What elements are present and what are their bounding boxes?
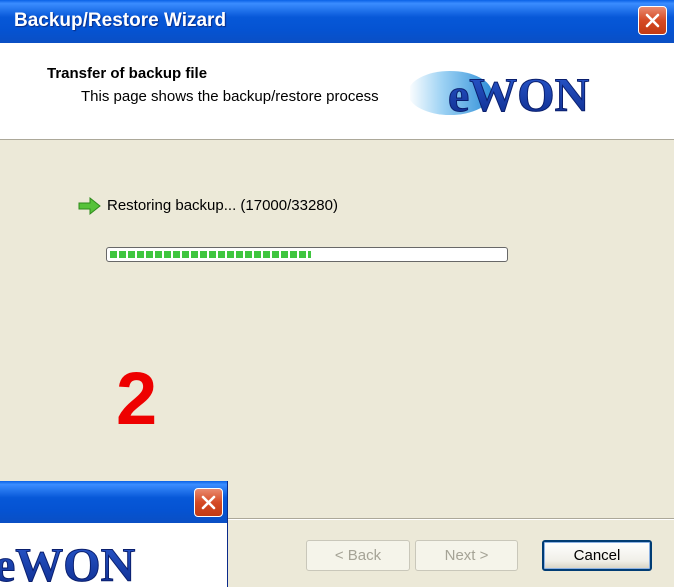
wizard-header: Transfer of backup file This page shows … [0,43,674,140]
back-button[interactable]: < Back [306,540,410,571]
backup-restore-wizard-window: Backup/Restore Wizard Transfer of backup… [0,0,674,587]
status-text: Restoring backup... (17000/33280) [107,197,338,214]
green-arrow-icon [78,196,101,216]
overlay-title-bar[interactable] [0,481,227,523]
title-bar[interactable]: Backup/Restore Wizard [0,0,674,43]
close-button[interactable] [638,6,667,35]
svg-text:eWON: eWON [448,69,590,121]
step-number-annotation: 2 [116,357,158,440]
overlay-close-button[interactable] [194,488,223,517]
cancel-button[interactable]: Cancel [542,540,652,571]
page-subtitle: This page shows the backup/restore proce… [81,88,379,105]
ewon-logo: eWON [0,539,136,587]
window-title: Backup/Restore Wizard [14,10,227,31]
page-title: Transfer of backup file [47,65,208,82]
progress-fill [110,251,311,258]
close-icon [201,495,216,510]
next-button[interactable]: Next > [415,540,518,571]
close-icon [645,13,660,28]
progress-bar [106,247,508,262]
svg-text:eWON: eWON [0,539,136,587]
overlay-wizard-window: eWON [0,481,228,587]
ewon-logo: eWON [410,69,590,121]
